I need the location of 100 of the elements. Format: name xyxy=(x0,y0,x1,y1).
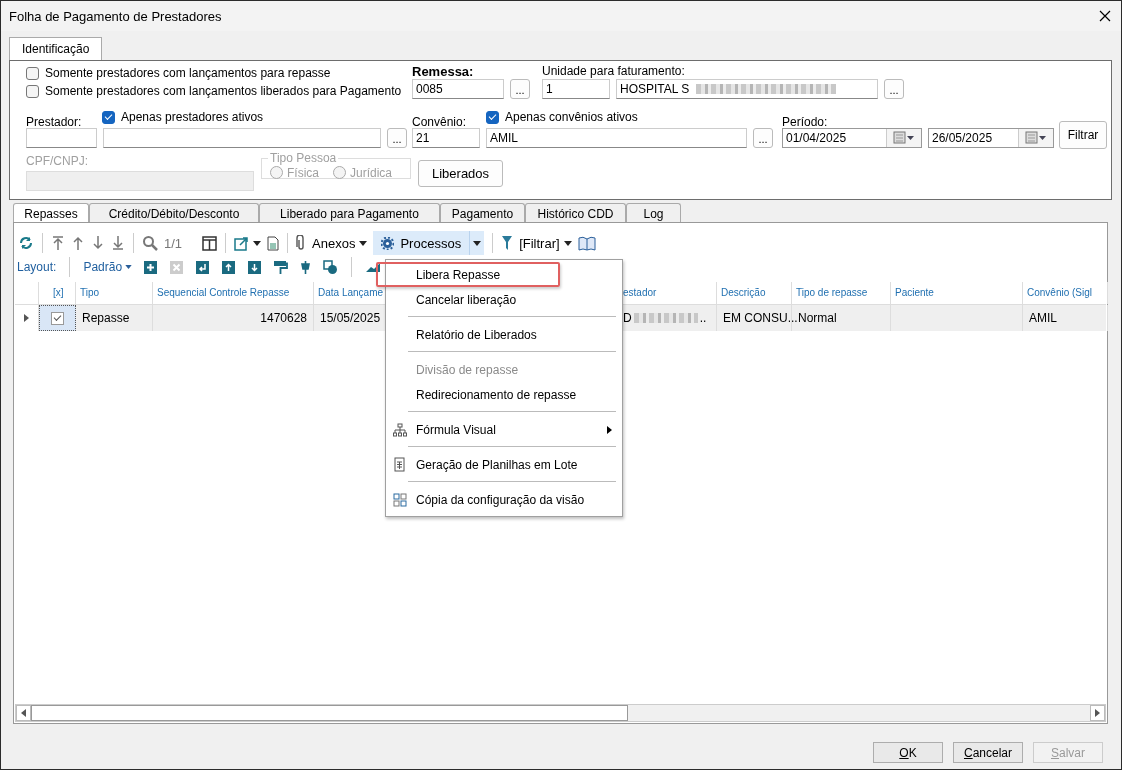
checkbox[interactable] xyxy=(51,311,64,325)
menu-item[interactable]: Cópia da configuração da visão xyxy=(388,487,620,512)
tab[interactable]: Crédito/Débito/Desconto xyxy=(89,203,259,222)
caret-icon[interactable] xyxy=(253,240,262,246)
tab[interactable]: Pagamento xyxy=(440,203,525,222)
dialog-button[interactable]: Cancelar xyxy=(953,742,1023,763)
column-header[interactable]: Tipo xyxy=(80,287,100,298)
checkbox[interactable] xyxy=(102,110,115,124)
provider-name-field[interactable] xyxy=(103,128,381,148)
caret-icon[interactable] xyxy=(359,240,368,246)
tab[interactable]: Identificação xyxy=(9,37,103,60)
calendar-icon[interactable] xyxy=(893,131,915,145)
book-icon[interactable] xyxy=(577,235,596,251)
layout-dropdown[interactable]: Padrão xyxy=(83,260,123,274)
unit-code-field[interactable]: 1 xyxy=(542,79,610,99)
field-label: Prestador: xyxy=(26,113,83,130)
shapes-icon[interactable] xyxy=(323,259,339,275)
table-cell: D xyxy=(623,311,632,325)
paperclip-icon[interactable] xyxy=(296,235,307,251)
spreadsheet-icon xyxy=(393,457,405,472)
menu-item[interactable]: Geração de Planilhas em Lote xyxy=(388,452,620,477)
column-header[interactable]: Tipo de repasse xyxy=(796,287,868,298)
move-up-icon[interactable] xyxy=(71,235,85,251)
close-icon[interactable] xyxy=(1099,10,1111,22)
menu-item[interactable]: Cancelar liberação xyxy=(388,287,620,312)
paint-roller-icon[interactable] xyxy=(273,259,289,275)
caret-icon[interactable] xyxy=(125,265,133,269)
column-header[interactable]: Paciente xyxy=(895,287,934,298)
return-icon[interactable] xyxy=(195,259,211,275)
calendar-icon[interactable] xyxy=(1025,131,1047,145)
checkbox[interactable] xyxy=(26,84,39,98)
date-field[interactable]: 26/05/2025 xyxy=(928,128,1054,148)
field-label: Período: xyxy=(782,113,828,130)
tab[interactable]: Liberado para Pagamento xyxy=(259,203,440,222)
column-header[interactable]: Sequencial Controle Repasse xyxy=(157,287,290,298)
column-header[interactable]: Data Lançame xyxy=(318,287,384,298)
menu-item[interactable]: Fórmula Visual xyxy=(388,417,620,442)
browse-button[interactable]: ... xyxy=(510,79,530,99)
page-counter: 1/1 xyxy=(164,235,183,251)
dialog-button[interactable]: OK xyxy=(873,742,943,763)
scroll-left-icon[interactable] xyxy=(21,709,26,717)
export-icon[interactable] xyxy=(234,235,250,251)
radio-label: Jurídica xyxy=(350,165,393,180)
table-cell: 1470628 xyxy=(260,311,307,325)
insurer-name-field[interactable]: AMIL xyxy=(486,128,747,148)
column-header[interactable]: Descrição xyxy=(721,287,766,298)
table-cell: .. xyxy=(699,311,707,325)
grid-icon xyxy=(393,492,407,507)
attachments-button[interactable]: Anexos xyxy=(312,235,356,251)
browse-button[interactable]: ... xyxy=(387,128,407,148)
document-icon[interactable] xyxy=(267,235,280,251)
checkbox[interactable] xyxy=(486,110,499,124)
remessa-field[interactable]: 0085 xyxy=(412,79,504,99)
column-header[interactable]: [x] xyxy=(53,287,64,298)
tab[interactable]: Histórico CDD xyxy=(525,203,626,222)
caret-icon[interactable] xyxy=(473,240,482,246)
provider-code-field[interactable] xyxy=(26,128,97,148)
column-header[interactable]: Convênio (Sigl xyxy=(1027,287,1093,298)
filter-menu-button[interactable]: [Filtrar] xyxy=(519,235,560,251)
table-cell: EM CONSU... xyxy=(723,311,798,325)
menu-item[interactable]: Relatório de Liberados xyxy=(388,322,620,347)
horizontal-scrollbar[interactable] xyxy=(15,704,1106,722)
columns-icon[interactable] xyxy=(202,235,218,251)
field-label: Remessa: xyxy=(412,64,475,79)
checkbox[interactable] xyxy=(26,66,39,80)
released-button[interactable]: Liberados xyxy=(418,160,504,187)
refresh-icon[interactable] xyxy=(18,235,34,251)
checkbox-label: Somente prestadores com lançamentos liberados para Pagamento xyxy=(45,84,402,98)
field-label: Convênio: xyxy=(412,113,468,130)
insurer-code-field[interactable]: 21 xyxy=(412,128,480,148)
tab[interactable]: Repasses xyxy=(13,203,89,222)
search-icon[interactable] xyxy=(142,235,158,251)
processes-button[interactable]: Processos xyxy=(373,231,485,255)
field-label: Unidade para faturamento: xyxy=(542,64,686,79)
window-title: Folha de Pagamento de Prestadores xyxy=(9,8,222,24)
move-first-icon[interactable] xyxy=(51,235,65,251)
pixelated-blur xyxy=(633,313,698,323)
table-cell: AMIL xyxy=(1029,311,1057,325)
gear-icon xyxy=(381,236,395,250)
filter-icon[interactable] xyxy=(501,235,514,251)
checkbox-label: Apenas convênios ativos xyxy=(505,110,638,124)
move-last-icon[interactable] xyxy=(111,235,125,251)
scroll-right-icon[interactable] xyxy=(1095,709,1100,717)
menu-item[interactable]: Libera Repasse xyxy=(376,262,560,287)
add-icon[interactable] xyxy=(143,259,159,275)
pin-icon[interactable] xyxy=(299,259,313,275)
filter-button[interactable]: Filtrar xyxy=(1059,121,1107,149)
tab[interactable]: Log xyxy=(626,203,681,222)
group-label: Tipo Pessoa xyxy=(269,151,338,165)
date-field[interactable]: 01/04/2025 xyxy=(782,128,922,148)
upload-icon[interactable] xyxy=(221,259,237,275)
caret-icon[interactable] xyxy=(563,240,572,246)
browse-button[interactable]: ... xyxy=(753,128,773,148)
browse-button[interactable]: ... xyxy=(884,79,904,99)
download-icon[interactable] xyxy=(247,259,263,275)
move-down-icon[interactable] xyxy=(91,235,105,251)
menu-item[interactable]: Redirecionamento de repasse xyxy=(388,382,620,407)
field-label: CPF/CNPJ: xyxy=(26,154,89,169)
table-cell: 15/05/2025 xyxy=(320,311,381,325)
column-header[interactable]: estador xyxy=(623,287,657,298)
